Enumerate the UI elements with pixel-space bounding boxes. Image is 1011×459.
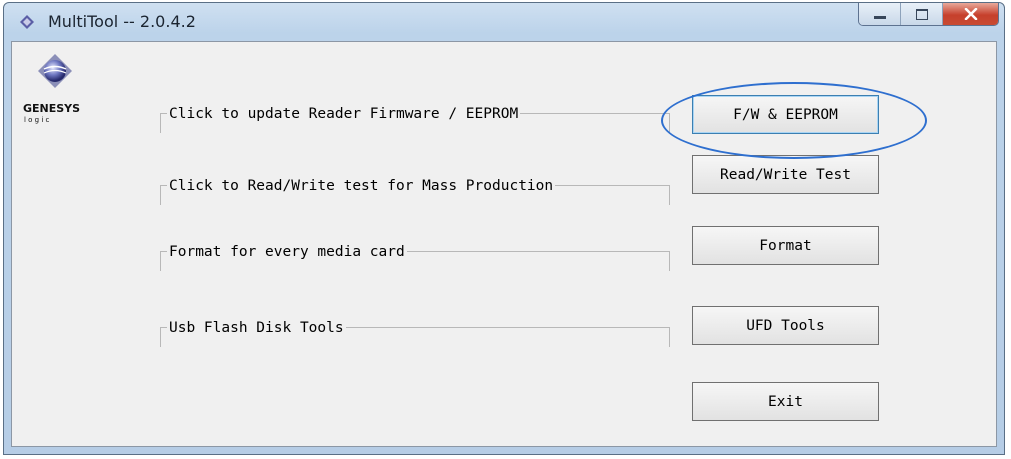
- maximize-icon: [915, 8, 928, 20]
- format-button[interactable]: Format: [692, 226, 879, 265]
- minimize-button[interactable]: [859, 3, 901, 25]
- close-icon: [964, 8, 977, 20]
- exit-button[interactable]: Exit: [692, 382, 879, 421]
- ufd-tools-button[interactable]: UFD Tools: [692, 306, 879, 345]
- genesys-logo: GENESYS l o g i c: [23, 54, 80, 124]
- highlight-annotation: [661, 82, 927, 159]
- title-bar[interactable]: MultiTool -- 2.0.4.2: [4, 3, 1004, 41]
- svg-text:GENESYS: GENESYS: [23, 102, 80, 115]
- group-label-update-firmware: Click to update Reader Firmware / EEPROM: [167, 104, 521, 124]
- minimize-icon: [873, 16, 886, 19]
- group-read-write-test: Click to Read/Write test for Mass Produc…: [160, 176, 670, 205]
- group-label-format: Format for every media card: [167, 242, 407, 262]
- window-title: MultiTool -- 2.0.4.2: [48, 12, 196, 31]
- svg-text:l o g i c: l o g i c: [24, 116, 50, 124]
- window-controls: [858, 3, 999, 26]
- client-area: GENESYS l o g i c Click to update Reader…: [11, 41, 997, 447]
- read-write-test-button[interactable]: Read/Write Test: [692, 155, 879, 194]
- group-ufd-tools: Usb Flash Disk Tools: [160, 318, 670, 347]
- group-format: Format for every media card: [160, 242, 670, 271]
- close-button[interactable]: [943, 3, 998, 25]
- app-icon: [20, 15, 34, 29]
- app-window: MultiTool -- 2.0.4.2 GENESYS l o g i c C…: [3, 2, 1005, 455]
- maximize-button[interactable]: [901, 3, 943, 25]
- group-label-read-write-test: Click to Read/Write test for Mass Produc…: [167, 176, 556, 196]
- group-update-firmware: Click to update Reader Firmware / EEPROM: [160, 104, 670, 133]
- group-label-ufd-tools: Usb Flash Disk Tools: [167, 318, 346, 338]
